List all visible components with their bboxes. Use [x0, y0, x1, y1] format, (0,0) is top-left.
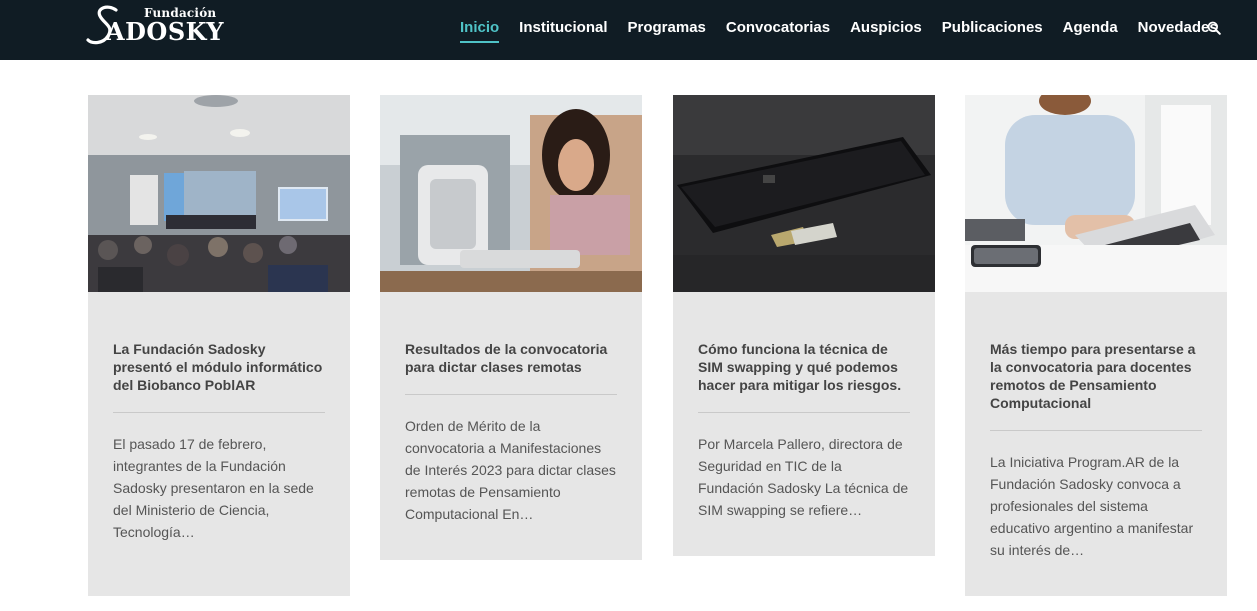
news-title[interactable]: Resultados de la convocatoria para dicta… [405, 340, 617, 376]
news-card[interactable]: Más tiempo para presentarse a la convoca… [965, 95, 1227, 596]
news-excerpt: Orden de Mérito de la convocatoria a Man… [405, 418, 616, 522]
news-image-woman-laptop[interactable] [380, 95, 642, 292]
nav-inicio[interactable]: Inicio [460, 0, 500, 60]
nav-institucional[interactable]: Institucional [519, 0, 607, 60]
nav-novedades[interactable]: Novedades [1138, 0, 1218, 60]
news-card[interactable]: La Fundación Sadosky presentó el módulo … [88, 95, 350, 596]
news-title[interactable]: Más tiempo para presentarse a la convoca… [990, 340, 1202, 412]
news-image-woman-typing[interactable] [965, 95, 1227, 292]
news-card[interactable]: Resultados de la convocatoria para dicta… [380, 95, 642, 560]
news-excerpt: Por Marcela Pallero, directora de Seguri… [698, 436, 909, 518]
news-image-conference[interactable] [88, 95, 350, 292]
divider [405, 394, 617, 395]
divider [990, 430, 1202, 431]
search-icon[interactable] [1207, 21, 1223, 37]
news-image-phone-sim[interactable] [673, 95, 935, 292]
main-nav: Inicio Institucional Programas Convocato… [460, 0, 1238, 60]
nav-auspicios[interactable]: Auspicios [850, 0, 922, 60]
news-excerpt: La Iniciativa Program.AR de la Fundación… [990, 454, 1194, 558]
nav-programas[interactable]: Programas [628, 0, 706, 60]
news-title[interactable]: Cómo funciona la técnica de SIM swapping… [698, 340, 910, 394]
news-title[interactable]: La Fundación Sadosky presentó el módulo … [113, 340, 325, 394]
nav-convocatorias[interactable]: Convocatorias [726, 0, 830, 60]
news-card[interactable]: Cómo funciona la técnica de SIM swapping… [673, 95, 935, 556]
nav-agenda[interactable]: Agenda [1063, 0, 1118, 60]
news-excerpt: El pasado 17 de febrero, integrantes de … [113, 436, 314, 540]
site-header: Fundación ADOSKY Inicio Institucional Pr… [0, 0, 1257, 60]
site-logo[interactable]: Fundación ADOSKY [86, 4, 224, 48]
divider [698, 412, 910, 413]
logo-title: ADOSKY [106, 17, 225, 46]
nav-publicaciones[interactable]: Publicaciones [942, 0, 1043, 60]
divider [113, 412, 325, 413]
